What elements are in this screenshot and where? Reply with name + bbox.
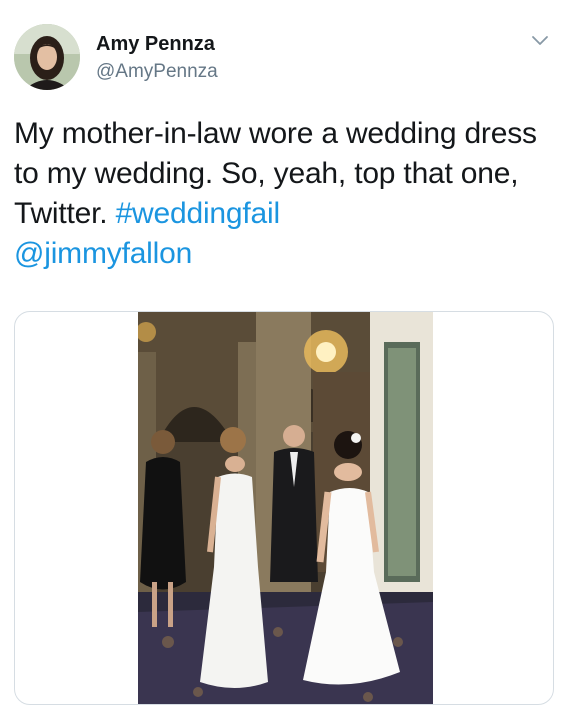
mention-link[interactable]: @jimmyfallon	[14, 237, 192, 270]
media-card[interactable]	[14, 311, 554, 705]
tweet-text: My mother-in-law wore a wedding dress to…	[14, 114, 559, 274]
chevron-down-icon[interactable]	[528, 28, 552, 52]
hashtag-link[interactable]: #weddingfail	[116, 197, 281, 230]
avatar[interactable]	[14, 24, 80, 90]
wedding-photo[interactable]	[138, 312, 433, 704]
user-handle[interactable]: @AmyPennza	[96, 61, 218, 83]
display-name[interactable]: Amy Pennza	[96, 33, 215, 56]
